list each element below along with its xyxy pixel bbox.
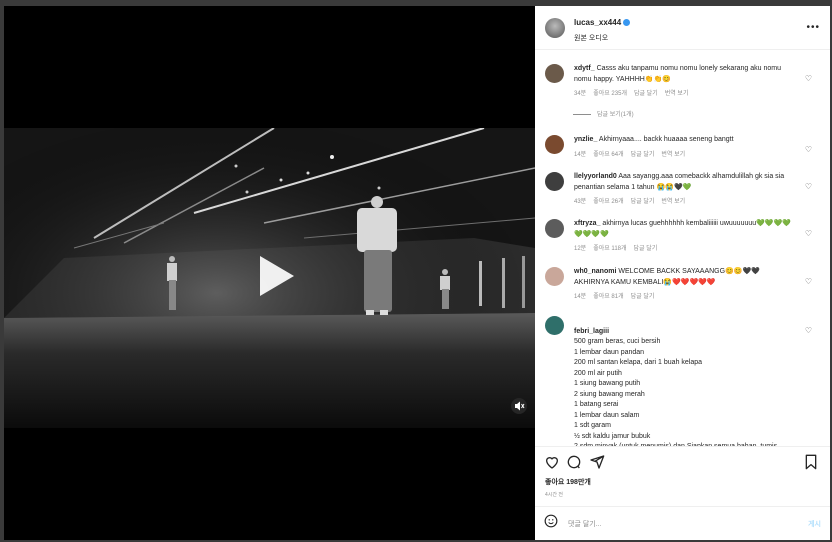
commenter-avatar[interactable]: [545, 267, 564, 286]
comment-time: 14분: [574, 151, 587, 158]
comment-text: akhirnya lucas guehhhhhh kembaliiiiii uw…: [574, 220, 791, 238]
heart-icon[interactable]: ♡: [805, 74, 812, 83]
comment-body: xftryza_ akhirnya lucas guehhhhhh kembal…: [574, 219, 796, 255]
volume-muted-icon[interactable]: [511, 398, 527, 414]
reply-button[interactable]: 답글 달기: [631, 152, 655, 158]
add-comment-bar: 댓글 달기... 게시: [535, 506, 830, 540]
commenter-avatar[interactable]: [545, 172, 564, 191]
post-header: lucas_xx444 원본 오디오 •••: [535, 6, 830, 50]
heart-icon[interactable]: ♡: [805, 182, 812, 191]
comment-username[interactable]: ynzlie_: [574, 136, 597, 143]
like-count[interactable]: 좋아요 198만개: [545, 477, 591, 487]
comment-text: 500 gram beras, cuci bersih 1 lembar dau…: [574, 338, 777, 446]
comment-input[interactable]: 댓글 달기...: [568, 519, 602, 529]
action-bar: [535, 446, 830, 478]
comment-body: xdytf_ Casss aku tanpamu nomu nomu lonel…: [574, 64, 796, 100]
comment-username[interactable]: xftryza_: [574, 220, 600, 227]
comment-meta: 14분 좋아요 64개 답글 달기 번역 보기: [574, 150, 796, 161]
bookmark-icon[interactable]: [804, 454, 818, 475]
comment-meta: 43분 좋아요 26개 답글 달기 번역 보기: [574, 197, 796, 208]
author-avatar[interactable]: [545, 17, 565, 38]
comment-meta: 12분 좋아요 118개 답글 달기: [574, 244, 796, 255]
heart-icon[interactable]: ♡: [805, 145, 812, 154]
post-time: 4시간 전: [545, 492, 563, 498]
comment-time: 14분: [574, 294, 587, 300]
commenter-avatar[interactable]: [545, 219, 564, 238]
heart-icon[interactable]: ♡: [805, 277, 812, 286]
comment-text: Akhirnyaaa.... backk huaaaa seneng bangt…: [598, 136, 734, 143]
comment-icon[interactable]: [566, 454, 582, 475]
comment-body: wh0_nanomi WELCOME BACKK SAYAAANGG😊😊🖤🖤 A…: [574, 267, 796, 303]
video-player[interactable]: [4, 6, 535, 540]
comment-meta: 14분 좋아요 81개 답글 달기: [574, 292, 796, 303]
commenter-avatar[interactable]: [545, 64, 564, 83]
comment-username[interactable]: febri_lagiii: [574, 328, 609, 335]
comment-likes[interactable]: 좋아요 235개: [593, 91, 627, 97]
comment-username[interactable]: llelyyorland0: [574, 173, 617, 180]
reply-button[interactable]: 답글 달기: [634, 91, 658, 97]
comment-item: ynzlie_ Akhirnyaaa.... backk huaaaa sene…: [545, 135, 820, 160]
comment-time: 43분: [574, 199, 587, 205]
post-button[interactable]: 게시: [808, 519, 821, 529]
comment-username[interactable]: wh0_nanomi: [574, 268, 616, 275]
author-info: lucas_xx444 원본 오디오: [574, 12, 631, 43]
comment-item: febri_lagiii 500 gram beras, cuci bersih…: [545, 316, 820, 446]
post-sidebar: lucas_xx444 원본 오디오 ••• xdytf_ Casss aku …: [535, 6, 830, 540]
translate-button[interactable]: 번역 보기: [661, 152, 685, 158]
comment-body: llelyyorland0 Aaa sayangg.aaa comebackk …: [574, 172, 796, 208]
reply-button[interactable]: 답글 달기: [634, 246, 658, 252]
heart-icon[interactable]: [544, 454, 560, 475]
more-icon[interactable]: •••: [806, 22, 820, 33]
emoji-icon[interactable]: [544, 514, 558, 533]
translate-button[interactable]: 번역 보기: [661, 199, 685, 205]
comment-meta: 34분 좋아요 235개 답글 달기 번역 보기: [574, 89, 796, 100]
comment-likes[interactable]: 좋아요 64개: [593, 152, 623, 158]
comment-item: wh0_nanomi WELCOME BACKK SAYAAANGG😊😊🖤🖤 A…: [545, 267, 820, 303]
translate-button[interactable]: 번역 보기: [665, 91, 689, 97]
play-icon[interactable]: [256, 256, 296, 301]
author-username[interactable]: lucas_xx444: [574, 18, 621, 27]
share-icon[interactable]: [589, 454, 605, 475]
comment-time: 34분: [574, 91, 587, 97]
reply-button[interactable]: 답글 달기: [631, 294, 655, 300]
comment-time: 12분: [574, 246, 587, 252]
commenter-avatar[interactable]: [545, 316, 564, 335]
heart-icon[interactable]: ♡: [805, 326, 812, 335]
comment-item: xdytf_ Casss aku tanpamu nomu nomu lonel…: [545, 64, 820, 100]
comment-item: xftryza_ akhirnya lucas guehhhhhh kembal…: [545, 219, 820, 255]
comment-likes[interactable]: 좋아요 81개: [593, 294, 623, 300]
comment-body: febri_lagiii 500 gram beras, cuci bersih…: [574, 316, 796, 447]
verified-icon: [623, 19, 631, 26]
comment-item: llelyyorland0 Aaa sayangg.aaa comebackk …: [545, 172, 820, 208]
comment-list[interactable]: xdytf_ Casss aku tanpamu nomu nomu lonel…: [535, 51, 830, 446]
comment-text: Casss aku tanpamu nomu nomu lonely sekar…: [574, 65, 782, 83]
commenter-avatar[interactable]: [545, 135, 564, 154]
comment-likes[interactable]: 좋아요 26개: [593, 199, 623, 205]
comment-body: ynzlie_ Akhirnyaaa.... backk huaaaa sene…: [574, 135, 796, 160]
audio-label[interactable]: 원본 오디오: [574, 33, 630, 43]
reply-button[interactable]: 답글 달기: [631, 199, 655, 205]
heart-icon[interactable]: ♡: [805, 229, 812, 238]
view-replies-button[interactable]: 답글 보기(1개): [573, 109, 634, 118]
comment-username[interactable]: xdytf_: [574, 65, 595, 72]
post-modal: lucas_xx444 원본 오디오 ••• xdytf_ Casss aku …: [4, 6, 830, 540]
comment-likes[interactable]: 좋아요 118개: [593, 246, 626, 252]
